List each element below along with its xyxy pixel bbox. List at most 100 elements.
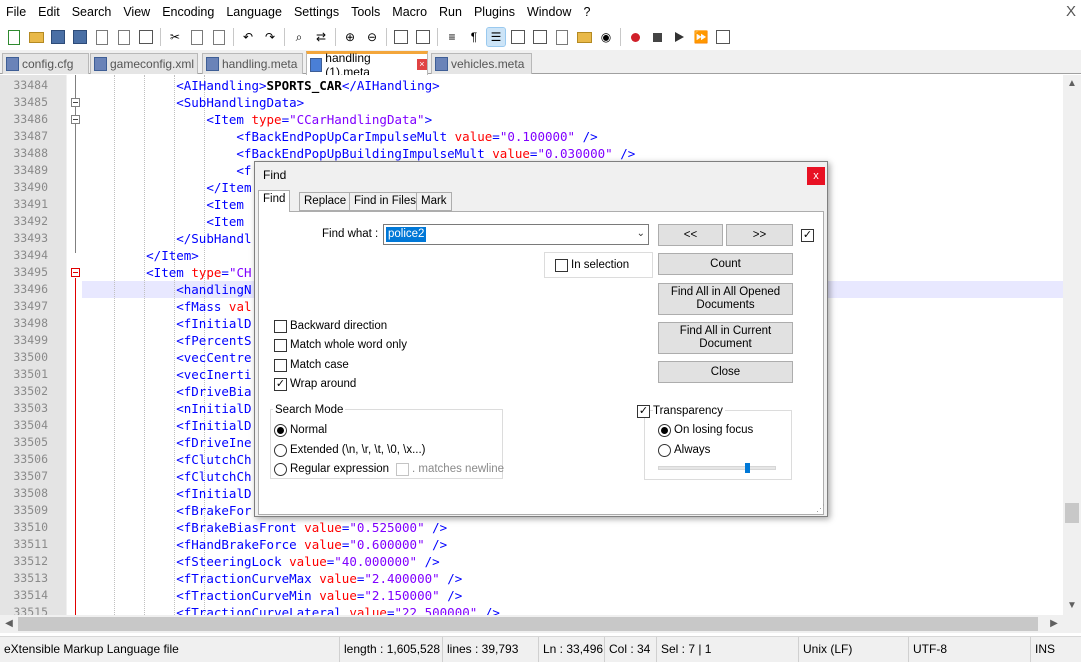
menu-language[interactable]: Language <box>220 0 288 25</box>
line-number: 33510 <box>13 520 48 534</box>
show-all-characters-icon[interactable]: ¶ <box>465 28 483 46</box>
match-whole-word-checkbox[interactable] <box>274 339 287 352</box>
tab-handling-meta[interactable]: handling.meta <box>202 53 303 74</box>
run-macro-multiple-icon[interactable]: ⏩ <box>692 28 710 46</box>
resize-grip-icon[interactable]: ⋰ <box>816 503 825 514</box>
monitoring-icon[interactable]: ◉ <box>597 28 615 46</box>
fold-toggle-icon[interactable] <box>71 115 80 124</box>
vertical-scroll-thumb[interactable] <box>1065 503 1079 523</box>
menu-encoding[interactable]: Encoding <box>156 0 220 25</box>
menu-help[interactable]: ? <box>577 0 596 25</box>
mode-extended-radio[interactable] <box>274 444 287 457</box>
mode-regex-radio[interactable] <box>274 463 287 476</box>
code-token: = <box>221 265 229 280</box>
line-number: 33497 <box>13 299 48 313</box>
menu-plugins[interactable]: Plugins <box>468 0 521 25</box>
redo-icon[interactable]: ↷ <box>261 28 279 46</box>
find-icon[interactable]: ⌕ <box>290 28 308 46</box>
find-previous-button[interactable]: << <box>658 224 723 246</box>
paste-icon[interactable] <box>210 28 228 46</box>
find-what-value[interactable]: police2 <box>386 227 427 242</box>
save-all-icon[interactable] <box>71 28 89 46</box>
status-bar: eXtensible Markup Language file length :… <box>0 636 1081 662</box>
match-case-checkbox[interactable] <box>274 359 287 372</box>
sync-horizontal-icon[interactable] <box>414 28 432 46</box>
search-direction-checkbox[interactable]: ✓ <box>801 229 814 242</box>
stop-recording-icon[interactable] <box>648 28 666 46</box>
code-line: </Item <box>206 179 251 196</box>
in-selection-checkbox[interactable] <box>555 259 568 272</box>
menu-edit[interactable]: Edit <box>32 0 66 25</box>
fold-toggle-icon[interactable] <box>71 268 80 277</box>
tab-vehicles-meta[interactable]: vehicles.meta <box>431 53 532 74</box>
open-file-icon[interactable] <box>27 28 45 46</box>
save-icon[interactable] <box>49 28 67 46</box>
new-file-icon[interactable] <box>5 28 23 46</box>
play-macro-icon[interactable] <box>670 28 688 46</box>
close-all-icon[interactable] <box>115 28 133 46</box>
zoom-out-icon[interactable]: ⊖ <box>363 28 381 46</box>
wrap-around-checkbox[interactable]: ✓ <box>274 378 287 391</box>
print-icon[interactable] <box>137 28 155 46</box>
fold-toggle-icon[interactable] <box>71 98 80 107</box>
scroll-up-icon[interactable]: ▲ <box>1063 75 1081 93</box>
word-wrap-icon[interactable]: ≡ <box>443 28 461 46</box>
scroll-down-icon[interactable]: ▼ <box>1063 597 1081 615</box>
menu-tools[interactable]: Tools <box>345 0 386 25</box>
function-list-icon[interactable] <box>553 28 571 46</box>
tab-mark[interactable]: Mark <box>416 192 452 211</box>
horizontal-scrollbar[interactable]: ◀ ▶ <box>0 615 1063 633</box>
user-defined-language-icon[interactable] <box>509 28 527 46</box>
tab-handling-1-meta[interactable]: handling (1).meta × <box>306 51 428 79</box>
close-button[interactable]: Close <box>658 361 793 383</box>
menu-run[interactable]: Run <box>433 0 468 25</box>
tab-gameconfig-xml[interactable]: gameconfig.xml <box>90 53 198 74</box>
cut-icon[interactable]: ✂ <box>166 28 184 46</box>
menu-view[interactable]: View <box>117 0 156 25</box>
record-macro-icon[interactable] <box>626 28 644 46</box>
find-what-combo[interactable]: police2 ⌄ <box>383 224 649 245</box>
menu-macro[interactable]: Macro <box>386 0 433 25</box>
dialog-close-button[interactable]: x <box>807 167 825 185</box>
document-map-icon[interactable] <box>531 28 549 46</box>
close-document-button[interactable]: X <box>1066 3 1076 20</box>
menu-window[interactable]: Window <box>521 0 577 25</box>
close-file-icon[interactable] <box>93 28 111 46</box>
scroll-right-icon[interactable]: ▶ <box>1045 615 1063 633</box>
mode-normal-radio[interactable] <box>274 424 287 437</box>
code-line: <nInitialD <box>176 400 251 417</box>
backward-direction-checkbox[interactable] <box>274 320 287 333</box>
always-radio[interactable] <box>658 444 671 457</box>
transparency-slider-thumb[interactable] <box>744 463 750 473</box>
sync-vertical-icon[interactable] <box>392 28 410 46</box>
menu-search[interactable]: Search <box>66 0 118 25</box>
menu-file[interactable]: File <box>0 0 32 25</box>
find-all-opened-button[interactable]: Find All in All Opened Documents <box>658 283 793 315</box>
tab-config-cfg[interactable]: config.cfg <box>2 53 89 74</box>
find-next-button[interactable]: >> <box>726 224 793 246</box>
fold-margin[interactable] <box>66 75 82 615</box>
scroll-left-icon[interactable]: ◀ <box>0 615 18 633</box>
copy-icon[interactable] <box>188 28 206 46</box>
replace-icon[interactable]: ⇄ <box>312 28 330 46</box>
zoom-in-icon[interactable]: ⊕ <box>341 28 359 46</box>
transparency-checkbox[interactable]: ✓ <box>637 405 650 418</box>
tab-find-in-files[interactable]: Find in Files <box>349 192 421 211</box>
transparency-slider[interactable] <box>658 466 776 470</box>
indent-guide-icon[interactable]: ☰ <box>486 27 506 47</box>
tab-replace[interactable]: Replace <box>299 192 352 211</box>
close-tab-icon[interactable]: × <box>416 59 427 70</box>
find-all-current-button[interactable]: Find All in Current Document <box>658 322 793 354</box>
vertical-scrollbar[interactable]: ▲ ▼ <box>1063 75 1081 615</box>
on-losing-focus-radio[interactable] <box>658 424 671 437</box>
folder-as-workspace-icon[interactable] <box>575 28 593 46</box>
file-icon <box>6 57 19 71</box>
undo-icon[interactable]: ↶ <box>239 28 257 46</box>
save-macro-icon[interactable] <box>714 28 732 46</box>
horizontal-scroll-thumb[interactable] <box>18 617 1038 631</box>
code-line: <SubHandlingData> <box>176 94 304 111</box>
count-button[interactable]: Count <box>658 253 793 275</box>
chevron-down-icon[interactable]: ⌄ <box>637 228 645 239</box>
tab-find[interactable]: Find <box>258 190 291 212</box>
menu-settings[interactable]: Settings <box>288 0 345 25</box>
